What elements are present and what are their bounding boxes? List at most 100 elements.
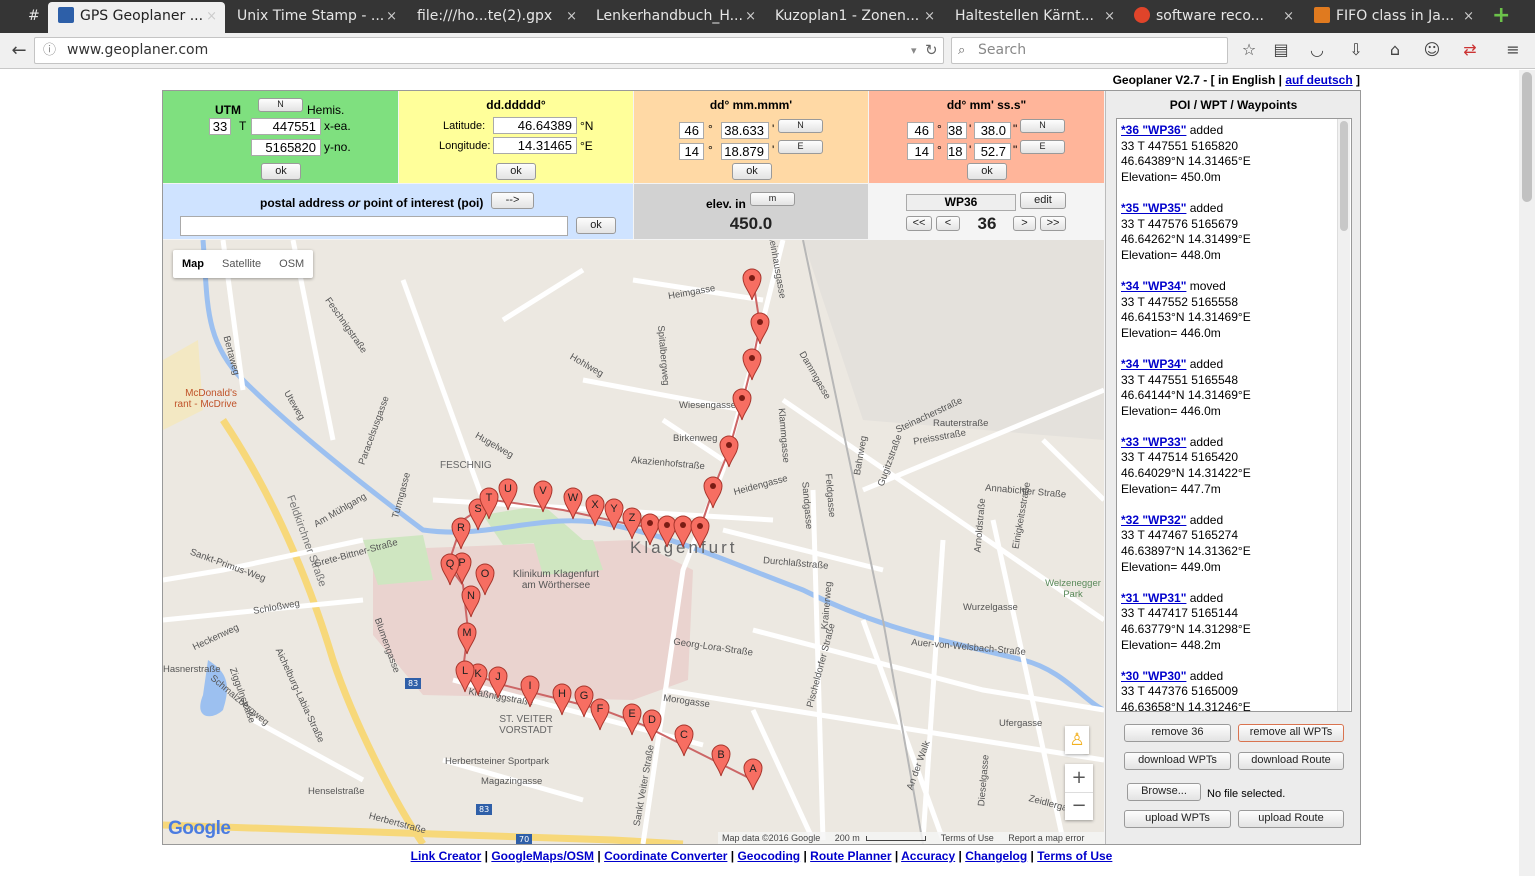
dm-lon-minutes-input[interactable]: 18.879 (721, 143, 769, 160)
map-terms-link[interactable]: Terms of Use (941, 833, 994, 843)
waypoint-edit-button[interactable]: edit (1020, 192, 1066, 209)
page-scrollbar[interactable] (1519, 70, 1535, 876)
close-tab-icon[interactable]: × (745, 2, 756, 31)
footer-link[interactable]: Link Creator (411, 849, 482, 863)
route-marker-c[interactable]: C (674, 724, 694, 757)
tab-geoplaner[interactable]: GPS Geoplaner ... × (48, 2, 225, 33)
dm-lat-minutes-input[interactable]: 38.633 (721, 122, 769, 139)
map-canvas[interactable]: 83 83 70 Klagenfurt Klinikum Klagenfurt … (163, 240, 1104, 844)
route-marker-n[interactable]: N (461, 585, 481, 618)
route-marker-d[interactable]: D (642, 709, 662, 742)
scrollbar-thumb[interactable] (1522, 72, 1532, 202)
language-link[interactable]: auf deutsch (1285, 73, 1352, 87)
back-icon[interactable]: ← (8, 40, 30, 61)
waypoint-link[interactable]: *33 "WP33" (1121, 435, 1186, 449)
waypoint-marker[interactable] (732, 388, 752, 421)
waypoint-marker[interactable] (742, 348, 762, 381)
bookmark-star-icon[interactable]: ☆ (1238, 40, 1260, 59)
route-marker-b[interactable]: B (711, 744, 731, 777)
footer-link[interactable]: GoogleMaps/OSM (491, 849, 594, 863)
dm-lat-degrees-input[interactable]: 46 (679, 122, 704, 139)
waypoint-marker[interactable] (703, 476, 723, 509)
waypoint-marker[interactable] (640, 513, 660, 546)
reload-icon[interactable]: ↻ (925, 38, 938, 63)
search-input[interactable]: ⌕ Search (951, 37, 1228, 64)
utm-ok-button[interactable]: ok (261, 163, 301, 180)
route-marker-f[interactable]: F (590, 698, 610, 731)
home-icon[interactable]: ⌂ (1384, 40, 1406, 59)
info-icon[interactable]: ⓘ (43, 38, 56, 63)
utm-northing-input[interactable]: 5165820 (251, 139, 321, 156)
map-type-map[interactable]: Map (173, 250, 213, 278)
footer-link[interactable]: Changelog (965, 849, 1027, 863)
route-marker-w[interactable]: W (563, 487, 583, 520)
waypoint-link[interactable]: *30 "WP30" (1121, 669, 1186, 683)
route-marker-j[interactable]: J (488, 666, 508, 699)
list-scrollbar[interactable] (1337, 119, 1350, 711)
longitude-input[interactable]: 14.31465 (493, 137, 577, 154)
dms-lat-degrees-input[interactable]: 46 (907, 122, 934, 139)
upload-waypoints-button[interactable]: upload WPTs (1124, 810, 1231, 828)
dms-east-west-button[interactable]: E (1020, 140, 1065, 154)
dropdown-icon[interactable]: ▾ (911, 38, 917, 63)
route-marker-l[interactable]: L (455, 660, 475, 693)
new-tab-icon[interactable]: + (1492, 2, 1510, 30)
tab-unix-time[interactable]: Unix Time Stamp - ... × (227, 2, 405, 33)
waypoint-link[interactable]: *32 "WP32" (1121, 513, 1186, 527)
remove-all-waypoints-button[interactable]: remove all WPTs (1238, 724, 1344, 742)
list-scrollbar-thumb[interactable] (1340, 121, 1348, 231)
route-marker-z[interactable]: Z (622, 507, 642, 540)
close-tab-icon[interactable]: × (386, 2, 397, 31)
zoom-in-button[interactable]: + (1065, 764, 1093, 792)
previous-waypoint-button[interactable]: < (936, 216, 960, 231)
waypoint-marker[interactable] (750, 312, 770, 345)
tab-lenkerhandbuch[interactable]: Lenkerhandbuch_H... × (586, 2, 764, 33)
address-ok-button[interactable]: ok (576, 217, 616, 234)
dms-ok-button[interactable]: ok (967, 163, 1007, 180)
dms-lat-seconds-input[interactable]: 38.0 (974, 122, 1011, 139)
dm-north-south-button[interactable]: N (778, 119, 823, 133)
dm-ok-button[interactable]: ok (732, 163, 772, 180)
route-marker-m[interactable]: M (457, 622, 477, 655)
waypoint-marker[interactable] (719, 435, 739, 468)
dms-lon-minutes-input[interactable]: 18 (947, 143, 967, 160)
route-marker-h[interactable]: H (552, 683, 572, 716)
route-marker-e[interactable]: E (622, 703, 642, 736)
remove-waypoint-button[interactable]: remove 36 (1124, 724, 1231, 742)
dms-lon-degrees-input[interactable]: 14 (907, 143, 934, 160)
footer-link[interactable]: Route Planner (810, 849, 891, 863)
waypoint-log-list[interactable]: *36 "WP36" added 33 T 447551 5165820 46.64… (1116, 118, 1352, 712)
route-marker-x[interactable]: X (585, 494, 605, 527)
waypoint-link[interactable]: *34 "WP34" (1121, 279, 1186, 293)
utm-easting-input[interactable]: 447551 (251, 118, 321, 135)
waypoint-link[interactable]: *36 "WP36" (1121, 123, 1186, 137)
footer-link[interactable]: Terms of Use (1037, 849, 1112, 863)
waypoint-name-field[interactable]: WP36 (906, 194, 1016, 211)
dms-north-south-button[interactable]: N (1020, 119, 1065, 133)
download-icon[interactable]: ⇩ (1345, 40, 1367, 59)
waypoint-marker[interactable] (742, 268, 762, 301)
map-type-osm[interactable]: OSM (270, 250, 313, 278)
tab-gpx-file[interactable]: file:///ho...te(2).gpx × (407, 2, 585, 33)
footer-link[interactable]: Coordinate Converter (604, 849, 727, 863)
waypoint-marker[interactable] (690, 516, 710, 549)
route-marker-i[interactable]: I (520, 675, 540, 708)
dd-ok-button[interactable]: ok (496, 163, 536, 180)
close-tab-icon[interactable]: × (924, 2, 935, 31)
upload-route-button[interactable]: upload Route (1238, 810, 1344, 828)
map-type-satellite[interactable]: Satellite (213, 250, 270, 278)
route-marker-g[interactable]: G (574, 685, 594, 718)
dm-lon-degrees-input[interactable]: 14 (679, 143, 704, 160)
tab-fifo-class[interactable]: FIFO class in Ja... × (1304, 2, 1482, 33)
route-marker-v[interactable]: V (533, 480, 553, 513)
chat-icon[interactable]: ☺ (1421, 40, 1443, 59)
report-map-error-link[interactable]: Report a map error (1008, 833, 1084, 843)
reading-list-icon[interactable]: ▤ (1270, 40, 1292, 59)
route-marker-y[interactable]: Y (604, 498, 624, 531)
url-bar[interactable]: ⓘ www.geoplaner.com ▾ ↻ (34, 37, 944, 64)
waypoint-marker[interactable] (657, 515, 677, 548)
pocket-icon[interactable]: ◡ (1306, 40, 1328, 59)
zoom-out-button[interactable]: − (1065, 792, 1093, 820)
waypoint-link[interactable]: *35 "WP35" (1121, 201, 1186, 215)
first-waypoint-button[interactable]: << (906, 216, 932, 231)
